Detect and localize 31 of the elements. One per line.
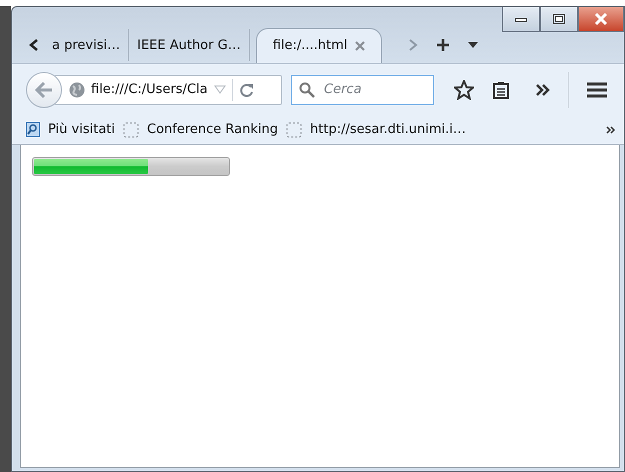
- back-button[interactable]: [26, 72, 62, 108]
- close-button[interactable]: [578, 7, 624, 32]
- url-text: file:///C:/Users/Cla: [91, 82, 208, 97]
- overflow-icon[interactable]: [606, 126, 616, 134]
- bookmark[interactable]: Conference Ranking: [123, 122, 278, 138]
- tab[interactable]: IEEE Author G…: [129, 29, 250, 61]
- minimize-icon: [515, 16, 527, 22]
- new-tab-icon[interactable]: [436, 38, 450, 52]
- minimize-button[interactable]: [502, 7, 540, 32]
- tab[interactable]: file:/....html: [256, 28, 382, 62]
- bookmark[interactable]: Più visitati: [26, 122, 115, 137]
- bookmark[interactable]: http://sesar.dti.unimi.i…: [286, 122, 466, 138]
- tab[interactable]: a previsi…: [44, 29, 130, 61]
- overflow-icon[interactable]: [536, 84, 550, 96]
- reload-icon[interactable]: [238, 82, 255, 96]
- page-icon: [286, 122, 302, 138]
- maximize-button[interactable]: [540, 7, 578, 32]
- clipboard-icon[interactable]: [492, 80, 510, 98]
- close-tab-icon[interactable]: [355, 40, 366, 50]
- back-arrow-icon: [35, 82, 53, 98]
- close-icon: [594, 13, 608, 25]
- folder-search-icon: [26, 122, 40, 137]
- menu-icon[interactable]: [587, 82, 607, 98]
- search-field[interactable]: Cerca: [291, 74, 434, 104]
- address-field[interactable]: file:///C:/Users/Cla: [54, 74, 282, 104]
- search-icon: [299, 82, 315, 98]
- dropdown-icon[interactable]: [468, 42, 478, 48]
- star-icon[interactable]: [454, 80, 474, 100]
- maximize-icon: [553, 14, 565, 24]
- page-icon: [123, 122, 139, 138]
- globe-icon: [69, 82, 85, 98]
